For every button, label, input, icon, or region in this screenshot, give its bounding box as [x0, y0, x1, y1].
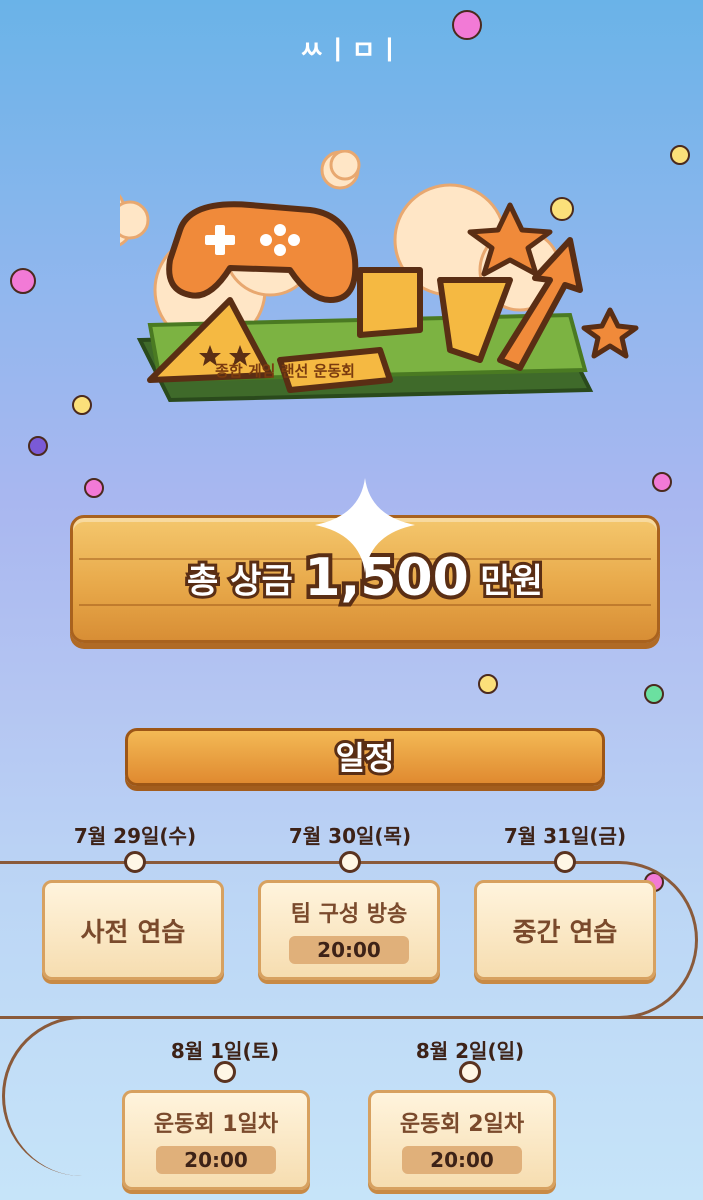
event-date: 7월 31일(금) [503, 824, 627, 848]
confetti-dot [652, 472, 672, 492]
confetti-dot [452, 10, 482, 40]
event-name: 운동회 1일차 [153, 1112, 279, 1137]
timeline-node [214, 1061, 236, 1083]
confetti-dot [28, 436, 48, 456]
event-name: 사전 연습 [80, 917, 186, 948]
event-name: 운동회 2일차 [399, 1112, 525, 1137]
event-time: 20:00 [402, 1146, 522, 1174]
event-time: 20:00 [156, 1146, 276, 1174]
title-subtitle: 종합 게임 랜선 운동회 [215, 362, 355, 380]
event-date: 7월 29일(수) [73, 824, 197, 848]
sparkle-icon [315, 478, 415, 573]
event-name: 팀 구성 방송 [290, 902, 408, 927]
confetti-dot [10, 268, 36, 294]
event-date: 8월 1일(토) [170, 1039, 280, 1063]
event-date: 7월 30일(목) [288, 824, 412, 848]
confetti-dot [644, 684, 664, 704]
timeline-node [124, 851, 146, 873]
confetti-dot [72, 395, 92, 415]
confetti-dot [478, 674, 498, 694]
prize-unit: 만원 [477, 559, 546, 605]
confetti-dot [670, 145, 690, 165]
event-card[interactable]: 중간 연습 [474, 880, 656, 980]
event-card[interactable]: 운동회 2일차 20:00 [368, 1090, 556, 1190]
event-card[interactable]: 운동회 1일차 20:00 [122, 1090, 310, 1190]
brand-logo: ㅆㅣㅁㅣ [299, 36, 404, 66]
event-card[interactable]: 팀 구성 방송 20:00 [258, 880, 440, 980]
event-time: 20:00 [289, 936, 409, 964]
schedule-title: 일정 [333, 736, 398, 780]
timeline-node [459, 1061, 481, 1083]
prize-label: 총 상금 [184, 559, 296, 605]
event-card[interactable]: 사전 연습 [42, 880, 224, 980]
confetti-dot [84, 478, 104, 498]
timeline-node [339, 851, 361, 873]
timeline-node [554, 851, 576, 873]
title-logo-art [74, 149, 640, 440]
event-name: 중간 연습 [512, 917, 618, 948]
timeline-track-bottom [2, 1016, 703, 1176]
event-date: 8월 2일(일) [415, 1039, 525, 1063]
